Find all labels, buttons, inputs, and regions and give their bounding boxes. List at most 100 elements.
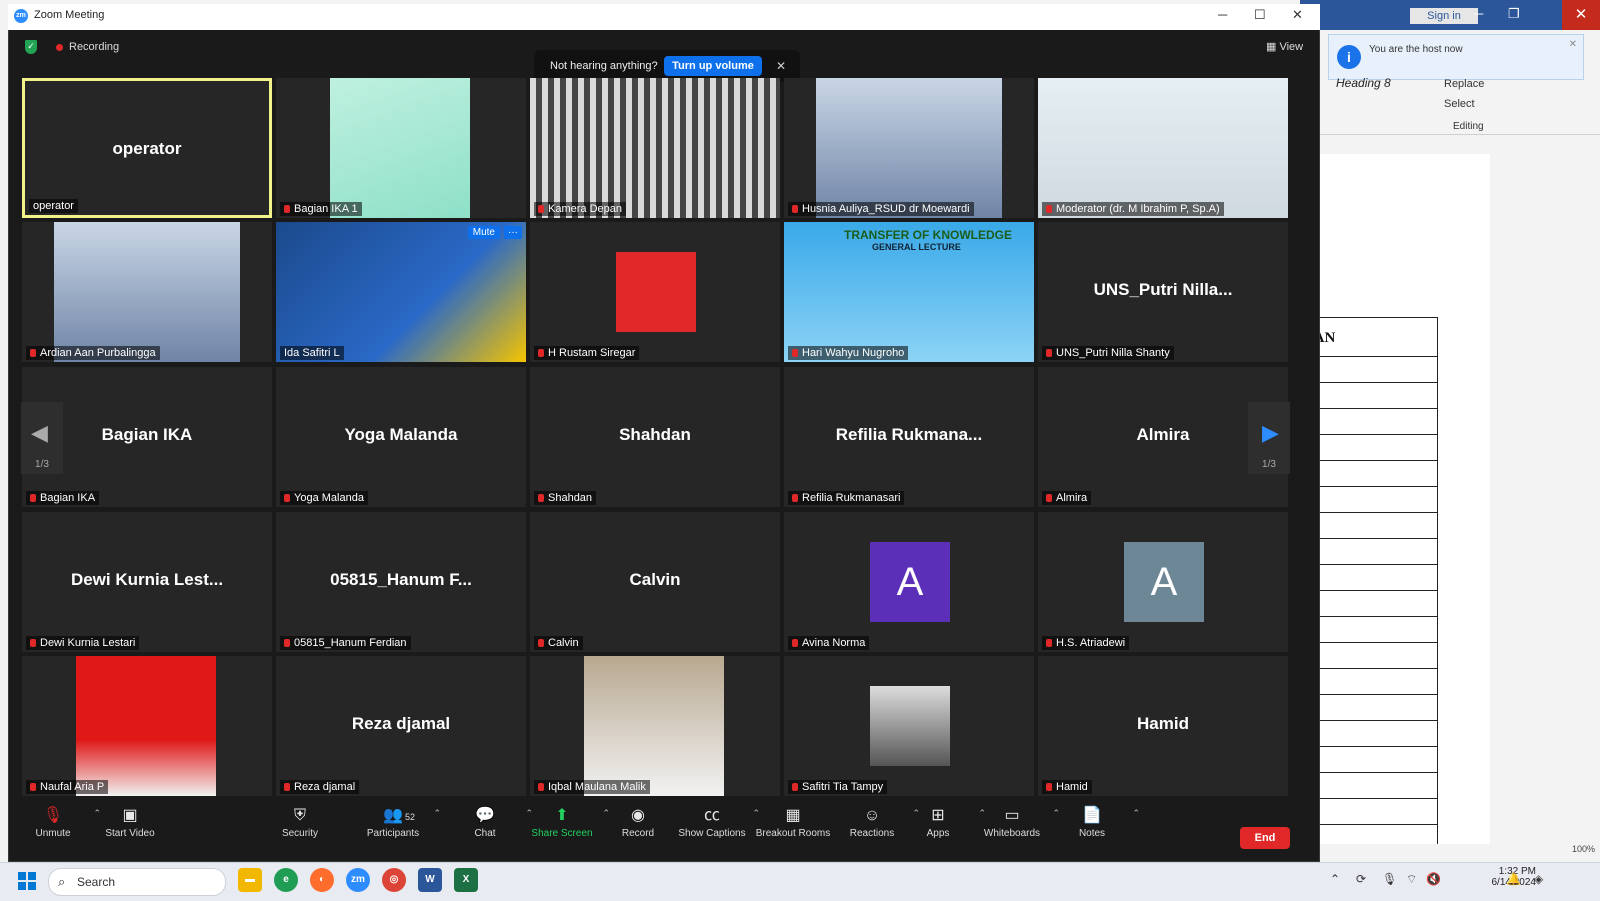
participant-tile[interactable]: Husnia Auliya_RSUD dr Moewardi (784, 78, 1034, 218)
close-icon[interactable]: ✕ (1292, 7, 1303, 23)
participant-tile[interactable]: Mute ··· Ida Safitri L (276, 222, 526, 362)
participant-name-label: Reza djamal (280, 780, 360, 794)
info-icon: i (1337, 45, 1361, 69)
next-page-button[interactable]: ▶ 1/3 (1248, 402, 1290, 474)
firefox-icon[interactable]: ◐ (310, 868, 334, 892)
chevron-up-icon[interactable]: ⌃ (1330, 872, 1340, 886)
participant-tile[interactable]: A H.S. Atriadewi (1038, 512, 1288, 652)
unmute-label: Unmute (35, 828, 71, 839)
zoom-app-icon[interactable]: zm (346, 868, 370, 892)
participant-name-text: Reza djamal (294, 781, 356, 793)
document-table[interactable] (1300, 317, 1438, 849)
participant-name-text: Dewi Kurnia Lestari (40, 637, 136, 649)
muted-mic-icon (30, 494, 36, 502)
participant-tile[interactable]: UNS_Putri Nilla... UNS_Putri Nilla Shanty (1038, 222, 1288, 362)
participant-tile[interactable]: Dewi Kurnia Lest... Dewi Kurnia Lestari (22, 512, 272, 652)
participant-name-text: operator (33, 200, 74, 212)
mute-participant-button[interactable]: Mute (467, 226, 500, 239)
participant-tile[interactable]: A Avina Norma (784, 512, 1034, 652)
participant-name-text: Bagian IKA 1 (294, 203, 358, 215)
participant-tile[interactable]: Hamid Hamid (1038, 656, 1288, 796)
sync-icon[interactable]: ⟳ (1356, 872, 1366, 886)
participant-tile[interactable]: Calvin Calvin (530, 512, 780, 652)
participant-tile[interactable]: TRANSFER OF KNOWLEDGE GENERAL LECTURE Hari… (784, 222, 1034, 362)
participant-tile[interactable]: Moderator (dr. M Ibrahim P, Sp.A) (1038, 78, 1288, 218)
participant-name-label: H.S. Atriadewi (1042, 636, 1130, 650)
participant-tile[interactable]: Yoga Malanda Yoga Malanda (276, 367, 526, 507)
chrome-icon[interactable]: ◎ (382, 868, 406, 892)
copilot-icon[interactable]: ◈ (1534, 872, 1543, 886)
audio-notice-text: Not hearing anything? (550, 60, 658, 72)
participant-name-label: Kamera Depan (534, 202, 626, 216)
chat-button[interactable]: 💬 Chat ⌃ (445, 804, 533, 839)
start-video-button[interactable]: ▣ Start Video (90, 804, 170, 839)
participant-tile[interactable]: Refilia Rukmana... Refilia Rukmanasari (784, 367, 1034, 507)
participant-tile[interactable]: operator operator (22, 78, 272, 218)
windows-start-icon[interactable] (18, 872, 36, 890)
participant-tile[interactable]: H Rustam Siregar (530, 222, 780, 362)
participant-tile[interactable]: Kamera Depan (530, 78, 780, 218)
minimize-icon[interactable]: ─ (1218, 7, 1227, 22)
muted-mic-icon (1046, 783, 1052, 791)
participant-tile[interactable]: Bagian IKA 1 (276, 78, 526, 218)
participant-name-text: H.S. Atriadewi (1056, 637, 1126, 649)
previous-page-button[interactable]: ◀ 1/3 (21, 402, 63, 474)
record-icon: ◉ (631, 807, 645, 824)
breakout-rooms-button[interactable]: ▦ Breakout Rooms (750, 804, 836, 839)
select-button[interactable]: Select (1444, 98, 1475, 110)
participant-display-name: Calvin (629, 570, 681, 589)
participant-name-text: Shahdan (548, 492, 593, 504)
participant-tile[interactable]: Reza djamal Reza djamal (276, 656, 526, 796)
end-meeting-button[interactable]: End (1240, 827, 1290, 849)
close-icon[interactable]: ✕ (1562, 0, 1600, 30)
host-notification: i You are the host now ✕ (1328, 34, 1584, 80)
record-button[interactable]: ◉ Record (598, 804, 678, 839)
participant-display-name: Hamid (1137, 714, 1189, 733)
whiteboards-button[interactable]: ▭ Whiteboards ⌃ (972, 804, 1060, 839)
apps-button[interactable]: ⊞ Apps ⌃ (898, 804, 986, 839)
close-notice-icon[interactable]: ✕ (776, 59, 786, 73)
excel-app-icon[interactable]: X (454, 868, 478, 892)
participants-button[interactable]: 👥 Participants ⌃ (353, 804, 441, 839)
taskbar-search-box[interactable]: ⌕ Search (48, 868, 226, 896)
close-notification-icon[interactable]: ✕ (1569, 39, 1577, 50)
show-captions-label: Show Captions (678, 828, 746, 839)
participant-tile[interactable]: 05815_Hanum F... 05815_Hanum Ferdian (276, 512, 526, 652)
zoom-level[interactable]: 100% (1572, 844, 1595, 854)
muted-mic-icon (538, 783, 544, 791)
encryption-shield-icon[interactable]: ✓ (25, 40, 37, 54)
shield-icon: ⛨ (293, 807, 306, 824)
view-button[interactable]: ▦ View (1266, 40, 1303, 53)
microphone-icon[interactable]: 🎙 (1382, 872, 1397, 886)
taskbar-clock[interactable]: 1:32 PM 6/14/2024 (1470, 866, 1537, 888)
sign-in-button[interactable]: Sign in (1410, 8, 1478, 24)
participant-tile[interactable]: Naufal Aria P (22, 656, 272, 796)
participant-tile[interactable]: Ardian Aan Purbalingga (22, 222, 272, 362)
word-app-icon[interactable]: W (418, 868, 442, 892)
share-screen-button[interactable]: ⬆ Share Screen ⌃ (522, 804, 610, 839)
style-heading-8[interactable]: Heading 8 (1336, 76, 1391, 90)
caret-up-icon[interactable]: ⌃ (1132, 808, 1140, 819)
maximize-icon[interactable]: ☐ (1254, 7, 1266, 23)
recording-label[interactable]: Recording (69, 41, 119, 53)
wifi-icon[interactable]: ⌔ (1406, 872, 1417, 887)
participant-tile[interactable]: Safitri Tia Tampy (784, 656, 1034, 796)
security-button[interactable]: ⛨ Security (260, 804, 340, 839)
search-icon: ⌕ (58, 874, 66, 889)
file-explorer-icon[interactable]: ▬ (238, 868, 262, 892)
show-captions-button[interactable]: ㏄ Show Captions ⌃ (672, 804, 760, 839)
speaker-muted-icon[interactable]: 🔇 (1426, 872, 1441, 886)
participant-name-text: Moderator (dr. M Ibrahim P, Sp.A) (1056, 203, 1220, 215)
restore-icon[interactable]: ❐ (1508, 6, 1520, 22)
notes-button[interactable]: 📄 Notes ⌃ (1052, 804, 1140, 839)
minimize-icon[interactable]: ─ (1474, 6, 1483, 21)
participant-tile[interactable]: Shahdan Shahdan (530, 367, 780, 507)
notification-bell-icon[interactable]: 🔔 (1506, 872, 1521, 886)
replace-button[interactable]: Replace (1444, 78, 1484, 90)
turn-up-volume-button[interactable]: Turn up volume (664, 56, 762, 76)
more-options-icon[interactable]: ··· (504, 226, 522, 239)
unmute-button[interactable]: 🎙 Unmute ⌃ (13, 804, 101, 839)
caret-up-icon[interactable]: ⌃ (433, 808, 441, 819)
participant-tile[interactable]: Iqbal Maulana Malik (530, 656, 780, 796)
edge-browser-icon[interactable]: e (274, 868, 298, 892)
